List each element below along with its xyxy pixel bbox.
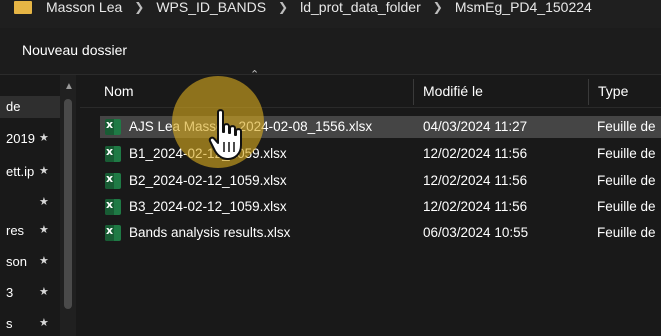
breadcrumb-item-3[interactable]: ld_prot_data_folder [296, 0, 425, 15]
file-name: B3_2024-02-12_1059.xlsx [129, 199, 287, 214]
pin-icon[interactable]: ★ [39, 316, 49, 329]
nav-item[interactable]: 3 ★ [0, 282, 60, 304]
nav-item[interactable]: de [0, 96, 60, 118]
nav-item-label: son [6, 254, 27, 269]
nav-item[interactable]: son ★ [0, 251, 60, 273]
file-name: B2_2024-02-12_1059.xlsx [129, 173, 287, 188]
file-type: Feuille de [597, 173, 656, 188]
breadcrumb-item-4[interactable]: MsmEg_PD4_150224 [451, 0, 596, 15]
nav-item[interactable]: s ★ [0, 313, 60, 335]
nav-item[interactable]: res ★ [0, 220, 60, 242]
excel-file-icon [105, 172, 121, 189]
file-type: Feuille de [597, 146, 656, 161]
chevron-right-icon[interactable]: ❯ [126, 0, 152, 14]
file-type: Feuille de [597, 199, 656, 214]
chevron-right-icon[interactable]: ❯ [270, 0, 296, 14]
nav-item[interactable]: ★ [0, 192, 60, 214]
chevron-right-icon[interactable]: ❯ [425, 0, 451, 14]
folder-icon [14, 0, 32, 14]
new-folder-button[interactable]: Nouveau dossier [22, 42, 127, 58]
nav-item-label: de [6, 99, 21, 114]
column-divider[interactable] [413, 79, 414, 105]
pin-icon[interactable]: ★ [39, 164, 49, 177]
file-row[interactable]: B3_2024-02-12_1059.xlsx 12/02/2024 11:56… [100, 196, 661, 218]
nav-scrollbar[interactable]: ▲ [60, 75, 76, 336]
column-divider[interactable] [588, 79, 589, 105]
breadcrumb-item-1[interactable]: Masson Lea [42, 0, 126, 15]
nav-item-label: ett.ip [6, 164, 35, 179]
address-bar[interactable]: Masson Lea ❯ WPS_ID_BANDS ❯ ld_prot_data… [0, 0, 661, 28]
file-modified-date: 12/02/2024 11:56 [423, 173, 528, 188]
nav-item[interactable]: 2019 ★ [0, 128, 60, 150]
file-row[interactable]: Bands analysis results.xlsx 06/03/2024 1… [100, 222, 661, 244]
excel-file-icon [105, 145, 121, 162]
file-modified-date: 12/02/2024 11:56 [423, 146, 528, 161]
navigation-pane: de 2019 ★ ett.ip ★ ★ res ★ son ★ 3 ★ s ★… [0, 75, 80, 336]
file-name: B1_2024-02-12_1059.xlsx [129, 146, 287, 161]
pin-icon[interactable]: ★ [39, 195, 49, 208]
file-type: Feuille de [597, 225, 656, 240]
nav-item-label: 2019 [6, 131, 35, 146]
file-type: Feuille de [597, 119, 656, 134]
excel-file-icon [105, 118, 121, 135]
excel-file-icon [105, 198, 121, 215]
scroll-up-arrow-icon[interactable]: ▲ [64, 81, 74, 92]
sort-ascending-icon: ⌃ [250, 69, 260, 81]
command-toolbar: Nouveau dossier [0, 28, 661, 75]
nav-item-label: 3 [6, 285, 14, 300]
file-row[interactable]: AJS Lea Masson_2024-02-08_1556.xlsx 04/0… [100, 116, 661, 138]
file-row[interactable]: B2_2024-02-12_1059.xlsx 12/02/2024 11:56… [100, 170, 661, 192]
excel-file-icon [105, 224, 121, 241]
scroll-thumb[interactable] [64, 99, 72, 309]
nav-item-label: res [6, 223, 25, 238]
breadcrumb: Masson Lea ❯ WPS_ID_BANDS ❯ ld_prot_data… [0, 0, 596, 20]
file-list-pane: ⌃ Nom Modifié le Type AJS Lea Masson_202… [80, 69, 661, 336]
nav-item-label: s [6, 316, 13, 331]
nav-item[interactable]: ett.ip ★ [0, 161, 60, 183]
column-header-name[interactable]: Nom [104, 75, 134, 107]
file-modified-date: 04/03/2024 11:27 [423, 119, 528, 134]
column-header-type[interactable]: Type [598, 75, 628, 107]
pin-icon[interactable]: ★ [39, 131, 49, 144]
file-modified-date: 06/03/2024 10:55 [423, 225, 529, 240]
column-header-modified[interactable]: Modifié le [423, 75, 483, 107]
file-name: Bands analysis results.xlsx [129, 225, 291, 240]
file-row[interactable]: B1_2024-02-12_1059.xlsx 12/02/2024 11:56… [100, 143, 661, 165]
breadcrumb-item-2[interactable]: WPS_ID_BANDS [152, 0, 270, 15]
pin-icon[interactable]: ★ [39, 223, 49, 236]
pin-icon[interactable]: ★ [39, 285, 49, 298]
file-name: AJS Lea Masson_2024-02-08_1556.xlsx [129, 119, 373, 134]
column-header: ⌃ Nom Modifié le Type [80, 69, 661, 108]
file-modified-date: 12/02/2024 11:56 [423, 199, 528, 214]
pin-icon[interactable]: ★ [39, 254, 49, 267]
